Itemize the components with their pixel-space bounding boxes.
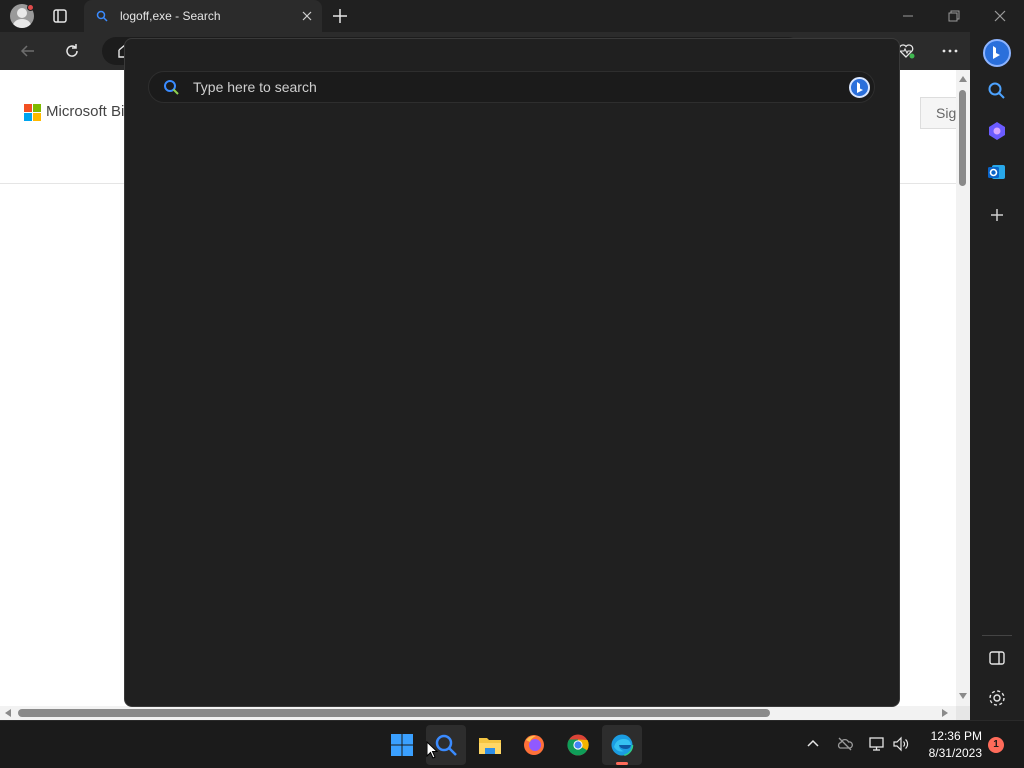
network-icon[interactable] [868, 735, 886, 753]
search-input[interactable] [193, 72, 813, 102]
mouse-cursor-icon [426, 741, 438, 759]
tab-actions-icon[interactable] [50, 6, 70, 26]
firefox-button[interactable] [514, 725, 554, 765]
clock-time[interactable]: 12:36 PM [924, 729, 982, 743]
firefox-icon [524, 735, 544, 755]
restore-icon[interactable] [944, 6, 964, 26]
scrollbar-thumb[interactable] [18, 709, 770, 717]
copilot-icon[interactable] [986, 120, 1008, 142]
sidebar-divider [982, 635, 1012, 636]
close-window-icon[interactable] [990, 6, 1010, 26]
taskbar: 12:36 PM 8/31/2023 1 [0, 720, 1024, 768]
edge-sidebar [970, 32, 1024, 720]
microsoft-logo-icon [24, 104, 41, 121]
horizontal-scrollbar[interactable] [0, 706, 956, 720]
brand-name[interactable]: Microsoft Bi [46, 103, 124, 120]
active-app-indicator [616, 762, 628, 765]
settings-icon[interactable] [986, 687, 1008, 709]
edge-icon [610, 733, 634, 757]
refresh-icon[interactable] [62, 41, 82, 61]
start-button[interactable] [382, 725, 422, 765]
file-explorer-button[interactable] [470, 725, 510, 765]
scroll-down-arrow[interactable] [959, 693, 967, 699]
bing-copilot-icon[interactable] [982, 38, 1012, 68]
volume-icon[interactable] [892, 735, 910, 753]
search-box[interactable] [148, 71, 875, 103]
notification-badge[interactable]: 1 [988, 737, 1004, 753]
back-arrow-icon[interactable] [18, 41, 38, 61]
search-icon [96, 10, 108, 22]
outlook-icon[interactable] [986, 161, 1008, 183]
file-explorer-icon [479, 738, 501, 754]
split-screen-icon[interactable] [986, 647, 1008, 669]
more-icon[interactable] [940, 41, 960, 61]
vertical-scrollbar[interactable] [956, 70, 970, 706]
search-flyout [124, 38, 900, 707]
clock-date[interactable]: 8/31/2023 [924, 746, 982, 760]
scrollbar-thumb[interactable] [959, 90, 966, 186]
tab-title: logoff,exe - Search [120, 9, 221, 23]
scrollbar-corner [956, 706, 970, 720]
chrome-icon [567, 734, 589, 756]
chevron-up-icon[interactable] [804, 735, 822, 753]
new-tab-icon[interactable] [330, 6, 350, 26]
profile-status-dot [27, 4, 34, 11]
add-icon[interactable] [986, 204, 1008, 226]
search-icon [164, 80, 179, 95]
chrome-button[interactable] [558, 725, 598, 765]
sign-in-button[interactable]: Sig [920, 97, 960, 129]
close-tab-icon[interactable] [301, 10, 313, 22]
scroll-right-arrow[interactable] [942, 709, 948, 717]
edge-button[interactable] [602, 725, 642, 765]
cloud-offline-icon[interactable] [836, 735, 854, 753]
search-icon[interactable] [986, 80, 1008, 102]
windows-start-icon [391, 734, 413, 756]
scroll-up-arrow[interactable] [959, 76, 967, 82]
browser-tab[interactable]: logoff,exe - Search [84, 0, 322, 32]
browser-title-bar: logoff,exe - Search [0, 0, 1024, 32]
scroll-left-arrow[interactable] [5, 709, 11, 717]
minimize-icon[interactable] [898, 6, 918, 26]
bing-icon[interactable] [849, 77, 870, 98]
